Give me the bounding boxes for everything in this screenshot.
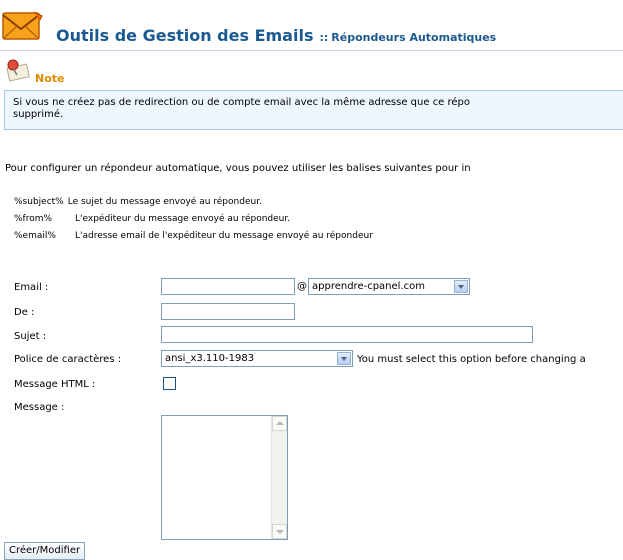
email-label: Email : xyxy=(14,282,49,293)
scroll-up-icon[interactable] xyxy=(272,416,287,431)
at-sign: @ xyxy=(297,281,307,292)
domain-select[interactable]: apprendre-cpanel.com xyxy=(308,278,470,295)
tag-key: %subject% xyxy=(14,197,64,207)
title-divider xyxy=(0,50,623,51)
tag-desc: L'adresse email de l'expéditeur du messa… xyxy=(75,231,373,241)
tag-key: %from% xyxy=(14,214,53,224)
domain-select-value: apprendre-cpanel.com xyxy=(312,281,425,292)
from-label: De : xyxy=(14,307,35,318)
tag-email-row: %email% L'adresse email de l'expéditeur d… xyxy=(14,231,373,241)
charset-label: Police de caractères : xyxy=(14,354,122,365)
html-label: Message HTML : xyxy=(14,379,96,390)
page-title-main: Outils de Gestion des Emails xyxy=(56,26,314,45)
tag-desc: Le sujet du message envoyé au répondeur. xyxy=(67,197,262,207)
tag-desc: L'expéditeur du message envoyé au répond… xyxy=(75,214,291,224)
intro-text: Pour configurer un répondeur automatique… xyxy=(5,163,471,174)
note-text-line-2: supprimé. xyxy=(13,109,64,120)
note-label: Note xyxy=(35,72,65,85)
title-separator: :: xyxy=(319,31,329,44)
page-subtitle: Répondeurs Automatiques xyxy=(331,31,497,44)
tag-subject-row: %subject% Le sujet du message envoyé au r… xyxy=(14,197,262,207)
tag-from-row: %from% L'expéditeur du message envoyé au … xyxy=(14,214,290,224)
page-title: Outils de Gestion des Emails:: Répondeurs… xyxy=(56,26,496,45)
from-input[interactable] xyxy=(161,303,295,320)
note-text-line-1: Si vous ne créez pas de redirection ou d… xyxy=(13,97,471,108)
subject-input[interactable] xyxy=(161,326,533,343)
envelope-icon xyxy=(0,6,44,46)
create-modify-button[interactable]: Créer/Modifier xyxy=(4,542,86,560)
note-box: Si vous ne créez pas de redirection ou d… xyxy=(4,90,623,130)
html-checkbox[interactable] xyxy=(163,377,176,390)
message-scrollbar[interactable] xyxy=(271,416,287,539)
subject-label: Sujet : xyxy=(14,331,47,342)
chevron-down-icon xyxy=(454,280,468,293)
tag-key: %email% xyxy=(14,231,56,241)
message-label: Message : xyxy=(14,402,65,413)
charset-select[interactable]: ansi_x3.110-1983 xyxy=(161,350,353,367)
note-pin-icon xyxy=(4,58,34,82)
chevron-down-icon xyxy=(337,352,351,365)
email-input[interactable] xyxy=(161,278,295,295)
charset-note: You must select this option before chang… xyxy=(357,354,586,365)
scroll-down-icon[interactable] xyxy=(272,524,287,539)
message-textarea[interactable] xyxy=(161,415,288,540)
charset-select-value: ansi_x3.110-1983 xyxy=(165,353,255,364)
